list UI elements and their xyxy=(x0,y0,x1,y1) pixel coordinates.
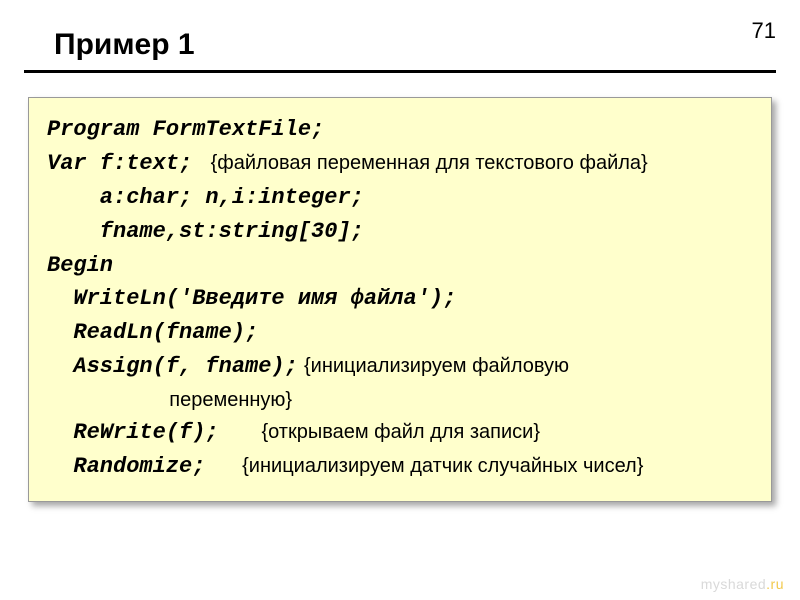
code-box: Program FormTextFile; Var f:text; {файло… xyxy=(28,97,772,502)
code-token: fname,st:string[30]; xyxy=(47,219,364,244)
code-comment: {файловая переменная для текстового файл… xyxy=(211,152,648,174)
code-comment: переменную} xyxy=(47,389,292,411)
watermark-text: myshared xyxy=(701,576,766,592)
code-token: Var f:text; xyxy=(47,151,192,176)
slide-title: Пример 1 xyxy=(0,0,800,70)
code-comment: {открываем файл для записи} xyxy=(261,421,540,443)
code-token: a:char; n,i:integer; xyxy=(47,185,364,210)
watermark-suffix: .ru xyxy=(766,576,784,592)
watermark: myshared.ru xyxy=(701,576,784,592)
code-token: Randomize; xyxy=(47,454,205,479)
code-comment: {инициализируем файловую xyxy=(304,355,569,377)
title-divider xyxy=(24,70,776,73)
slide-number: 71 xyxy=(752,18,776,44)
code-token: ReadLn(fname); xyxy=(47,320,258,345)
code-token: WriteLn('Введите имя файла'); xyxy=(47,286,456,311)
code-token: Begin xyxy=(47,253,113,278)
code-token: Program FormTextFile; xyxy=(47,117,324,142)
code-token: Assign(f, fname); xyxy=(47,354,298,379)
code-comment: {инициализируем датчик случайных чисел} xyxy=(242,455,643,477)
code-token: ReWrite(f); xyxy=(47,420,219,445)
